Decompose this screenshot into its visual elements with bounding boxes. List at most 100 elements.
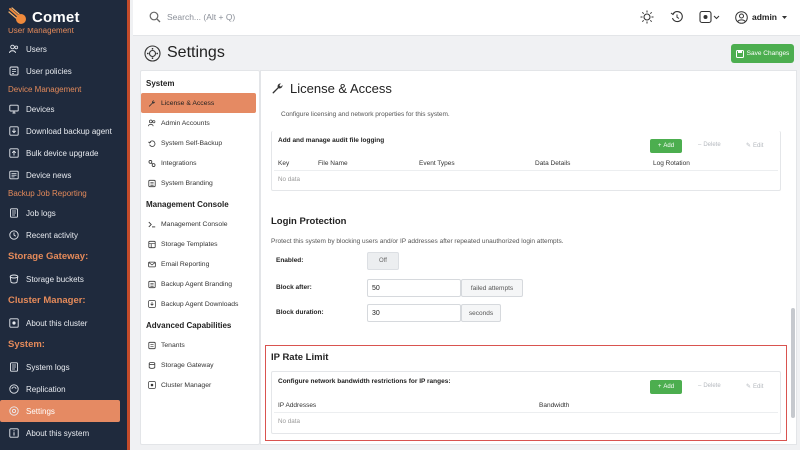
sidebar-item-user-policies[interactable]: User policies <box>0 60 130 82</box>
settings-nav-system-self-backup[interactable]: System Self-Backup <box>141 133 259 153</box>
settings-nav-label: Storage Templates <box>161 240 218 248</box>
settings-nav-label: Cluster Manager <box>161 381 212 389</box>
monitor-icon <box>8 104 19 115</box>
audit-edit-button[interactable]: ✎ Edit <box>746 142 763 150</box>
content-scrollbar[interactable] <box>791 308 795 418</box>
enabled-label: Enabled: <box>276 257 304 264</box>
settings-nav-cluster-manager[interactable]: Cluster Manager <box>141 375 259 395</box>
users-icon <box>148 119 156 127</box>
settings-nav-backup-agent-branding[interactable]: Backup Agent Branding <box>141 274 259 294</box>
sidebar-scrollbar[interactable] <box>127 0 130 450</box>
settings-nav-backup-agent-downloads[interactable]: Backup Agent Downloads <box>141 294 259 314</box>
backup-icon <box>148 139 156 147</box>
sidebar-item-settings[interactable]: Settings <box>0 400 120 422</box>
sidebar-item-label: Replication <box>26 384 66 394</box>
sidebar-item-users[interactable]: Users <box>0 38 130 60</box>
sidebar-item-label: Devices <box>26 104 55 114</box>
log-icon <box>8 362 19 373</box>
settings-nav-label: System Branding <box>161 179 213 187</box>
branding-icon <box>148 179 156 187</box>
audit-col-key: Key <box>278 160 290 167</box>
settings-nav-label: Backup Agent Branding <box>161 280 233 288</box>
nav-section-device-management: Device Management <box>8 85 82 94</box>
audit-col-event-types: Event Types <box>419 160 455 167</box>
sidebar-item-device-news[interactable]: Device news <box>0 164 130 186</box>
sidebar-item-download-backup-agent[interactable]: Download backup agent <box>0 120 130 142</box>
sidebar-item-about-this-cluster[interactable]: About this cluster <box>0 312 130 334</box>
settings-nav-storage-templates[interactable]: Storage Templates <box>141 234 259 254</box>
policy-icon <box>8 66 19 77</box>
search-box[interactable]: Search... (Alt + Q) <box>149 11 235 23</box>
settings-nav-storage-gateway[interactable]: Storage Gateway <box>141 355 259 375</box>
settings-nav-integrations[interactable]: Integrations <box>141 153 259 173</box>
login-protection-description: Protect this system by blocking users an… <box>271 238 564 245</box>
section-title: License & Access <box>271 81 392 96</box>
audit-add-button[interactable]: + Add <box>650 139 682 153</box>
template-icon <box>148 240 156 248</box>
sidebar-item-recent-activity[interactable]: Recent activity <box>0 224 130 246</box>
settings-nav-label: Admin Accounts <box>161 119 210 127</box>
settings-nav-label: Tenants <box>161 341 185 349</box>
sidebar-item-label: Bulk device upgrade <box>26 148 99 158</box>
sidebar-item-system-logs[interactable]: System logs <box>0 356 130 378</box>
sidebar-item-label: About this system <box>26 428 90 438</box>
history-icon[interactable] <box>669 9 685 25</box>
sidebar-item-devices[interactable]: Devices <box>0 98 130 120</box>
sidebar-item-label: Download backup agent <box>26 126 112 136</box>
plus-icon: + <box>657 143 662 149</box>
user-avatar-icon <box>735 10 748 24</box>
settings-nav-label: Storage Gateway <box>161 361 214 369</box>
brand-name: Comet <box>32 8 80 26</box>
sidebar-item-storage-buckets[interactable]: Storage buckets <box>0 268 130 290</box>
settings-nav: System License & Access Admin Accounts Syst… <box>140 70 260 445</box>
settings-nav-label: Email Reporting <box>161 260 210 268</box>
settings-nav-email-reporting[interactable]: Email Reporting <box>141 254 259 274</box>
nav-section-backup-job-reporting: Backup Job Reporting <box>8 189 87 198</box>
sidebar-item-label: Device news <box>26 170 72 180</box>
sidebar-item-replication[interactable]: Replication <box>0 378 130 400</box>
settings-nav-license-access[interactable]: License & Access <box>141 93 256 113</box>
info-icon <box>8 428 19 439</box>
block-after-input[interactable]: 50 <box>367 279 461 297</box>
minus-icon: – <box>698 142 702 148</box>
sidebar-item-label: Recent activity <box>26 230 79 240</box>
settings-nav-management-console[interactable]: Management Console <box>141 214 259 234</box>
save-changes-button[interactable]: Save Changes <box>731 44 794 63</box>
nav-section-cluster-manager-: Cluster Manager: <box>8 295 86 306</box>
audit-col-data-details: Data Details <box>535 160 571 167</box>
cluster-icon <box>148 381 156 389</box>
block-duration-input[interactable]: 30 <box>367 304 461 322</box>
settings-nav-system-branding[interactable]: System Branding <box>141 173 259 193</box>
tenants-icon <box>148 341 156 349</box>
brand[interactable]: Comet <box>8 6 80 28</box>
sidebar-item-bulk-device-upgrade[interactable]: Bulk device upgrade <box>0 142 130 164</box>
settings-nav-tenants[interactable]: Tenants <box>141 335 259 355</box>
block-duration-label: Block duration: <box>276 309 324 316</box>
gear-icon <box>8 406 19 417</box>
clock-icon <box>8 230 19 241</box>
user-menu[interactable]: admin <box>735 10 788 24</box>
enabled-toggle[interactable]: Off <box>367 252 399 270</box>
nav-section-system-: System: <box>8 339 45 350</box>
sidebar-item-about-this-system[interactable]: About this system <box>0 422 130 444</box>
server-status-icon[interactable] <box>699 9 721 25</box>
audit-delete-button[interactable]: – Delete <box>698 142 721 148</box>
sidebar-item-label: About this cluster <box>26 318 88 328</box>
sidebar-item-label: Storage buckets <box>26 274 84 284</box>
settings-nav-section-management-console: Management Console <box>146 200 229 209</box>
replication-icon <box>8 384 19 395</box>
settings-gear-icon <box>144 44 161 62</box>
settings-nav-admin-accounts[interactable]: Admin Accounts <box>141 113 259 133</box>
sidebar-item-label: System logs <box>26 362 70 372</box>
audit-col-log-rotation: Log Rotation <box>653 160 690 167</box>
console-icon <box>148 220 156 228</box>
theme-sun-icon[interactable] <box>639 9 655 25</box>
settings-nav-section-system: System <box>146 79 175 88</box>
gateway-icon <box>148 361 156 369</box>
branding-icon <box>148 280 156 288</box>
settings-nav-label: License & Access <box>161 99 215 107</box>
sidebar-item-job-logs[interactable]: Job logs <box>0 202 130 224</box>
audit-empty-text: No data <box>278 176 301 183</box>
login-protection-title: Login Protection <box>271 216 347 227</box>
users-icon <box>8 44 19 55</box>
